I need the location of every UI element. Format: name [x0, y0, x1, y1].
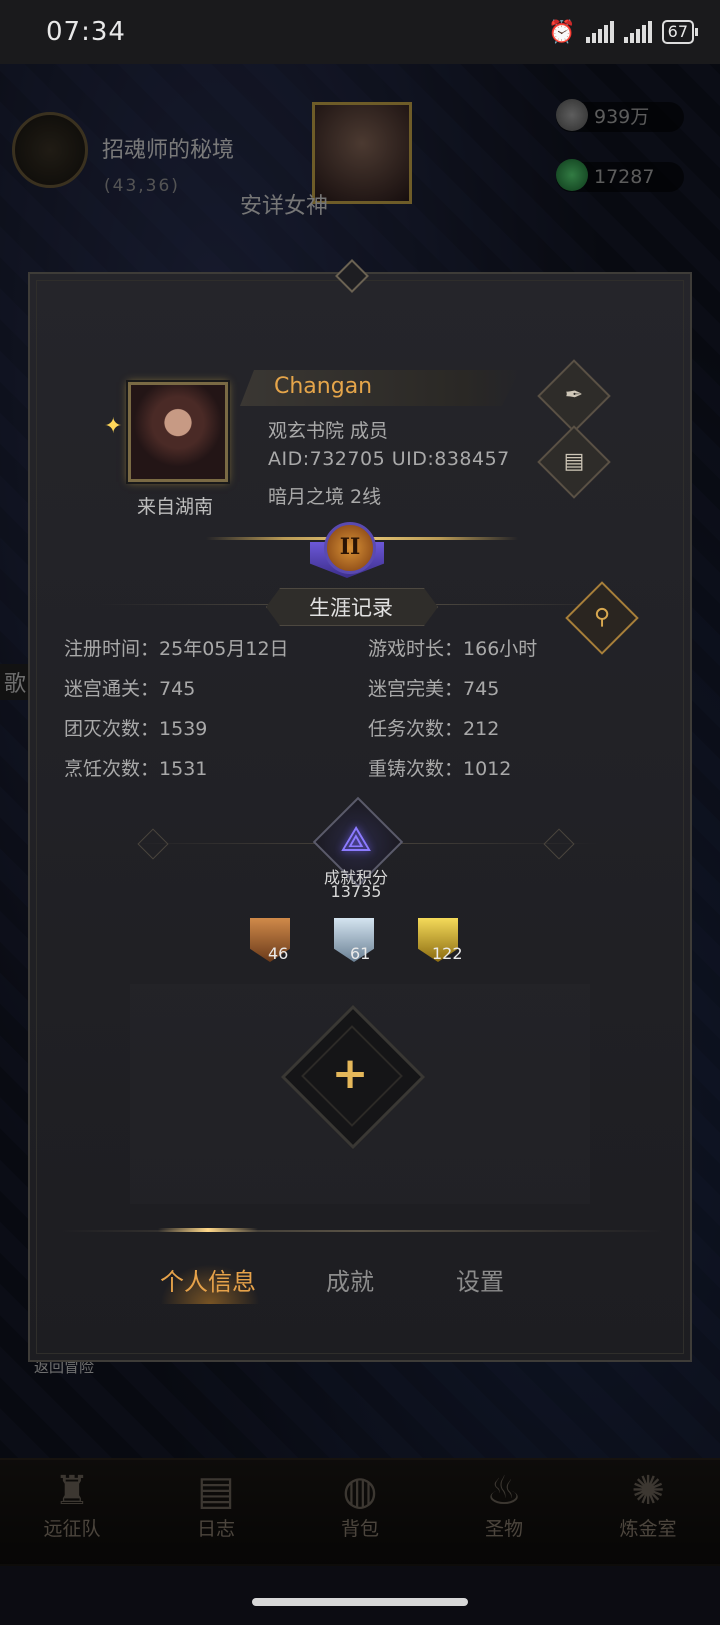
- gold-medal-count: 122: [432, 944, 463, 963]
- player-ids: AID:732705 UID:838457: [268, 448, 510, 470]
- stat-maze-perfect: 迷宫完美：745: [368, 678, 500, 700]
- bronze-medal-count: 46: [268, 944, 289, 963]
- career-title: 生涯记录: [309, 596, 393, 620]
- sparkle-icon: ✦: [104, 414, 123, 439]
- plus-icon[interactable]: +: [328, 1044, 372, 1104]
- status-time: 07:34: [46, 17, 126, 47]
- signal-icon: [585, 21, 614, 43]
- profile-dialog: ✦ 来自湖南 Changan 观玄书院 成员 AID:732705 UID:83…: [28, 259, 692, 1362]
- tab-personal-info[interactable]: 个人信息: [148, 1262, 268, 1297]
- inspect-button[interactable]: ⚲: [565, 581, 639, 655]
- signal-icon: [623, 21, 652, 43]
- stat-register-time: 注册时间：25年05月12日: [64, 638, 289, 660]
- tab-indicator: [158, 1228, 258, 1232]
- stat-quest-count: 任务次数：212: [368, 718, 500, 740]
- battery-icon: 67: [661, 20, 699, 44]
- divider-ornament: [137, 828, 169, 860]
- player-guild: 观玄书院 成员: [268, 420, 389, 442]
- magnifier-icon: ⚲: [593, 605, 611, 630]
- home-indicator[interactable]: [252, 1598, 468, 1606]
- player-origin: 来自湖南: [136, 496, 213, 518]
- alarm-icon: ⏰: [548, 19, 576, 45]
- tab-divider: [60, 1230, 664, 1232]
- silver-medal-count: 61: [350, 944, 371, 963]
- stat-cooking: 烹饪次数：1531: [64, 758, 208, 780]
- status-bar: 07:34 ⏰ 67: [0, 0, 720, 64]
- edit-button[interactable]: ✒: [537, 359, 611, 433]
- stat-play-time: 游戏时长：166小时: [368, 638, 538, 660]
- player-avatar[interactable]: [128, 382, 228, 482]
- stat-party-wipe: 团灭次数：1539: [64, 718, 208, 740]
- document-icon: ▤: [563, 449, 585, 474]
- scroll-button[interactable]: ▤: [537, 425, 611, 499]
- player-server: 暗月之境 2线: [268, 486, 382, 508]
- tab-achievements[interactable]: 成就: [290, 1262, 410, 1297]
- tab-settings[interactable]: 设置: [420, 1262, 540, 1297]
- quill-icon: ✒: [564, 383, 584, 408]
- status-icons: ⏰ 67: [548, 19, 699, 45]
- achievement-score: 13735: [330, 882, 382, 901]
- stat-reforge: 重铸次数：1012: [368, 758, 512, 780]
- rank-badge: II: [324, 522, 376, 574]
- stat-maze-clear: 迷宫通关：745: [64, 678, 196, 700]
- player-name: Changan: [274, 374, 373, 399]
- triangle-star-icon: ⟁: [339, 819, 373, 860]
- divider-ornament: [543, 828, 575, 860]
